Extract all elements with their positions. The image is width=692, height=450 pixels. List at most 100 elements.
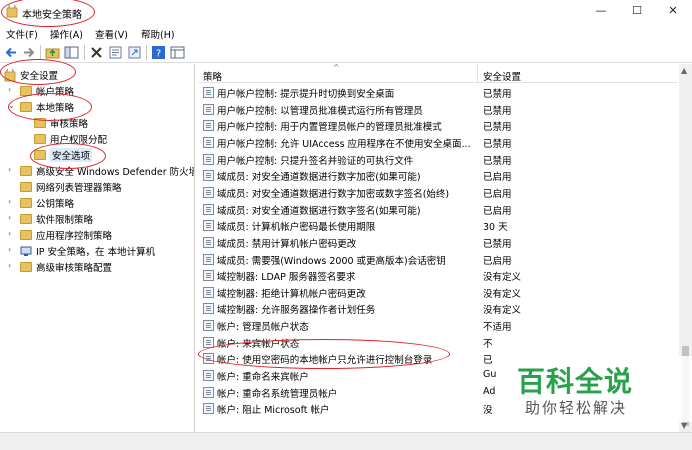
- table-row[interactable]: 用户帐户控制: 允许 UIAccess 应用程序在不使用安全桌面... 已禁用: [198, 134, 678, 151]
- table-row[interactable]: 域成员: 禁用计算机帐户密码更改 已禁用: [198, 234, 678, 251]
- tree-label: 帐户策略: [36, 87, 75, 98]
- console-view-icon[interactable]: [170, 45, 185, 60]
- policy-name: 域控制器: LDAP 服务器签名要求: [217, 272, 356, 284]
- table-row[interactable]: 域成员: 对安全通道数据进行数字加密(如果可能) 已启用: [198, 167, 678, 184]
- tree-node-public-key-policies[interactable]: › 公钥策略: [8, 196, 194, 211]
- chevron-right-icon[interactable]: ›: [8, 165, 18, 174]
- properties-icon[interactable]: [108, 45, 123, 60]
- table-row[interactable]: 帐户: 来宾帐户状态 不: [198, 334, 678, 351]
- tree-label: 审核策略: [50, 119, 89, 130]
- column-header-setting[interactable]: 安全设置: [483, 69, 521, 83]
- tree-node-advanced-audit[interactable]: › 高级审核策略配置: [8, 260, 194, 275]
- tree-node-local-policies[interactable]: ⌄ 本地策略: [8, 100, 194, 115]
- watermark-title: 百科全说: [517, 365, 634, 398]
- table-row[interactable]: 域成员: 需要强(Windows 2000 或更高版本)会话密钥 已启用: [198, 251, 678, 268]
- policy-icon: [203, 153, 214, 165]
- policy-setting: 已禁用: [483, 105, 512, 117]
- delete-icon[interactable]: [89, 45, 104, 60]
- policy-icon: [203, 87, 214, 98]
- tree-node-account-policies[interactable]: › 帐户策略: [8, 84, 194, 99]
- policy-setting: 没有定义: [483, 272, 522, 284]
- table-row[interactable]: 域成员: 对安全通道数据进行数字加密或数字签名(始终) 已启用: [198, 184, 678, 201]
- tree-label: 公钥策略: [36, 199, 75, 210]
- tree-node-app-control[interactable]: › 应用程序控制策略: [8, 228, 194, 243]
- column-divider[interactable]: [477, 64, 478, 83]
- policy-icon: [203, 220, 214, 232]
- back-arrow-icon[interactable]: [4, 45, 19, 60]
- tree-node-audit-policy[interactable]: 审核策略: [22, 116, 194, 131]
- tree-node-security-settings[interactable]: 安全设置: [4, 68, 194, 83]
- table-row[interactable]: 帐户: 管理员帐户状态 不适用: [198, 317, 678, 334]
- table-row[interactable]: 用户帐户控制: 只提升签名并验证的可执行文件 已禁用: [198, 151, 678, 168]
- tree-node-ip-security[interactable]: › IP 安全策略，在 本地计算机: [8, 244, 194, 259]
- maximize-button[interactable]: ☐: [622, 3, 652, 19]
- menu-action[interactable]: 操作(A): [50, 27, 83, 41]
- menu-view[interactable]: 查看(V): [95, 27, 128, 41]
- table-row[interactable]: 域成员: 对安全通道数据进行数字签名(如果可能) 已启用: [198, 201, 678, 218]
- folder-icon: [20, 214, 32, 224]
- policy-name: 帐户: 来宾帐户状态: [217, 338, 300, 350]
- policy-setting: 已禁用: [483, 122, 512, 134]
- folder-open-icon: [20, 102, 32, 112]
- table-row[interactable]: 用户帐户控制: 以管理员批准模式运行所有管理员 已禁用: [198, 101, 678, 118]
- chevron-down-icon[interactable]: ⌄: [8, 101, 18, 110]
- tree-label: 安全设置: [20, 71, 59, 82]
- policy-name: 域成员: 对安全通道数据进行数字加密(如果可能): [217, 172, 421, 184]
- tree-label: 安全选项: [50, 148, 93, 162]
- policy-name: 帐户: 重命名系统管理员帐户: [217, 388, 338, 400]
- policy-name: 帐户: 阻止 Microsoft 帐户: [217, 405, 330, 417]
- policy-name: 用户帐户控制: 只提升签名并验证的可执行文件: [217, 155, 414, 167]
- security-settings-icon: [4, 69, 16, 82]
- up-folder-icon[interactable]: [45, 45, 60, 60]
- scroll-down-icon[interactable]: ▼: [681, 421, 687, 430]
- chevron-right-icon[interactable]: ›: [8, 261, 18, 270]
- policy-name: 用户帐户控制: 提示提升时切换到安全桌面: [217, 89, 395, 100]
- chevron-right-icon[interactable]: ›: [8, 245, 18, 254]
- tree-label: 用户权限分配: [50, 135, 108, 146]
- chevron-right-icon[interactable]: ›: [8, 229, 18, 238]
- tree-node-security-options[interactable]: 安全选项: [22, 148, 194, 163]
- policy-icon: [203, 303, 214, 315]
- export-list-icon[interactable]: [127, 45, 142, 60]
- forward-arrow-icon[interactable]: [21, 45, 36, 60]
- show-hide-tree-icon[interactable]: [64, 45, 79, 60]
- chevron-right-icon[interactable]: ›: [8, 197, 18, 206]
- policy-name: 域控制器: 拒绝计算机帐户密码更改: [217, 288, 366, 300]
- tree-node-defender-firewall[interactable]: › 高级安全 Windows Defender 防火墙: [8, 164, 194, 179]
- table-row[interactable]: 域成员: 计算机帐户密码最长使用期限 30 天: [198, 217, 678, 234]
- policy-icon: [203, 103, 214, 115]
- menu-help[interactable]: 帮助(H): [141, 27, 175, 41]
- tree-label: 网络列表管理器策略: [36, 183, 122, 194]
- folder-icon: [20, 230, 32, 240]
- table-row[interactable]: 域控制器: 允许服务器操作者计划任务 没有定义: [198, 300, 678, 317]
- policy-setting: 已禁用: [483, 89, 512, 100]
- column-header-policy[interactable]: 策略: [203, 69, 222, 83]
- policy-icon: [203, 336, 214, 348]
- tree-node-network-list-manager[interactable]: 网络列表管理器策略: [8, 180, 194, 195]
- policy-icon: [203, 320, 214, 332]
- chevron-right-icon[interactable]: ›: [8, 213, 18, 222]
- policy-setting: 没: [483, 405, 493, 417]
- policy-setting: Ad: [483, 385, 496, 397]
- chevron-right-icon[interactable]: ›: [8, 85, 18, 94]
- menu-file[interactable]: 文件(F): [6, 27, 38, 41]
- table-row[interactable]: 用户帐户控制: 用于内置管理员帐户的管理员批准模式 已禁用: [198, 117, 678, 134]
- policy-icon: [203, 203, 214, 215]
- folder-icon: [20, 262, 32, 272]
- tree-label: IP 安全策略，在 本地计算机: [36, 247, 156, 258]
- table-row[interactable]: 用户帐户控制: 提示提升时切换到安全桌面 已禁用: [198, 84, 678, 101]
- help-icon[interactable]: ?: [151, 45, 166, 60]
- close-button[interactable]: ✕: [658, 3, 688, 19]
- policy-icon: [203, 186, 214, 198]
- policy-setting: 已启用: [483, 205, 512, 217]
- policy-icon: [203, 386, 214, 398]
- minimize-button[interactable]: —: [586, 3, 616, 19]
- policy-name: 用户帐户控制: 用于内置管理员帐户的管理员批准模式: [217, 122, 442, 134]
- table-row[interactable]: 域控制器: 拒绝计算机帐户密码更改 没有定义: [198, 284, 678, 301]
- tree-node-software-restriction[interactable]: › 软件限制策略: [8, 212, 194, 227]
- folder-icon: [20, 86, 32, 96]
- policy-icon: [203, 403, 214, 415]
- scroll-up-icon[interactable]: ▲: [681, 66, 687, 75]
- tree-node-user-rights[interactable]: 用户权限分配: [22, 132, 194, 147]
- table-row[interactable]: 域控制器: LDAP 服务器签名要求 没有定义: [198, 267, 678, 284]
